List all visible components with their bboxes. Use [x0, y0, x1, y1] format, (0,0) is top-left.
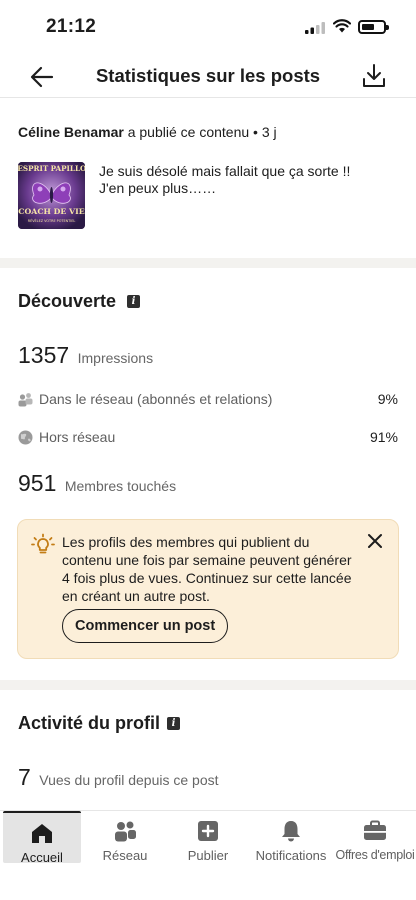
thumbnail-top-text: L'ESPRIT PAPILLON	[18, 164, 85, 173]
nav-label-network: Réseau	[102, 848, 148, 863]
nav-label-jobs: Offres d'emploi	[335, 848, 415, 862]
post-author-name[interactable]: Céline Benamar	[18, 124, 124, 140]
bottom-nav: Accueil Réseau Publier Notifications Off…	[0, 810, 416, 900]
profile-views-label: Vues du profil depuis ce post	[39, 772, 219, 788]
status-time: 21:12	[46, 16, 97, 37]
post-text-line-1: Je suis désolé mais fallait que ça sorte…	[99, 163, 351, 179]
bell-icon	[282, 821, 300, 842]
post-thumbnail-image: L'ESPRIT PAPILLON COACH DE VIE RÉVÉLEZ V…	[18, 162, 85, 229]
wifi-icon	[333, 19, 351, 33]
impressions-metric: 1357 Impressions	[18, 342, 153, 369]
profile-views-metric: 7 Vues du profil depuis ce post	[18, 764, 219, 791]
members-value: 951	[18, 470, 57, 496]
network-value: 9%	[377, 391, 398, 407]
cellular-signal-icon	[305, 22, 325, 34]
post-author-line: Céline Benamar a publié ce contenu • 3 j	[18, 124, 277, 140]
nav-item-notifications[interactable]: Notifications	[250, 811, 332, 863]
home-icon	[32, 824, 52, 843]
post-thumbnail[interactable]: L'ESPRIT PAPILLON COACH DE VIE RÉVÉLEZ V…	[18, 162, 85, 229]
profile-activity-title: Activité du profil	[18, 713, 161, 733]
nav-label-notifications: Notifications	[255, 848, 327, 863]
section-divider	[0, 258, 416, 268]
download-icon[interactable]	[361, 62, 387, 90]
lightbulb-icon	[31, 533, 55, 554]
nav-label-home: Accueil	[21, 850, 63, 865]
out-network-label: Hors réseau	[39, 429, 116, 445]
info-icon[interactable]: i	[127, 295, 140, 308]
post-text[interactable]: Je suis désolé mais fallait que ça sorte…	[99, 163, 389, 197]
page-title: Statistiques sur les posts	[95, 65, 321, 86]
thumbnail-bottom-text: COACH DE VIE	[18, 207, 84, 216]
profile-views-value: 7	[18, 764, 31, 790]
impressions-label: Impressions	[77, 350, 154, 366]
out-network-row: Hors réseau 91%	[18, 427, 398, 449]
post-summary: Céline Benamar a publié ce contenu • 3 j…	[0, 98, 416, 258]
nav-item-post[interactable]: Publier	[169, 811, 247, 863]
thumbnail-small-text: RÉVÉLEZ VOTRE POTENTIEL	[28, 218, 76, 223]
people-icon	[115, 821, 136, 842]
status-bar: 21:12	[0, 0, 416, 56]
people-icon	[18, 393, 33, 407]
nav-item-network[interactable]: Réseau	[86, 811, 164, 863]
discovery-title: Découverte	[18, 291, 117, 311]
start-post-button[interactable]: Commencer un post	[62, 609, 229, 643]
members-metric: 951 Membres touchés	[18, 470, 176, 497]
app-header: Statistiques sur les posts	[0, 56, 416, 98]
members-label: Membres touchés	[64, 478, 177, 494]
nav-label-post: Publier	[187, 848, 229, 863]
nav-item-jobs[interactable]: Offres d'emploi	[334, 811, 416, 863]
tip-card: Les profils des membres qui publient du …	[17, 519, 399, 659]
tip-text: Les profils des membres qui publient du …	[62, 534, 352, 604]
info-icon[interactable]: i	[167, 717, 180, 730]
briefcase-icon	[364, 820, 386, 840]
globe-icon	[18, 430, 33, 445]
post-text-line-2: J'en peux plus……	[99, 180, 217, 196]
plus-square-icon	[198, 821, 218, 841]
battery-icon	[358, 20, 389, 34]
post-separator: •	[253, 124, 258, 140]
out-network-value: 91%	[369, 429, 398, 445]
nav-item-home[interactable]: Accueil	[3, 811, 81, 865]
post-age: 3 j	[261, 124, 277, 140]
impressions-value: 1357	[18, 342, 70, 368]
network-label: Dans le réseau (abonnés et relations)	[39, 391, 273, 407]
post-action-text: a publié ce contenu	[127, 124, 250, 140]
close-icon[interactable]	[366, 532, 384, 550]
network-row: Dans le réseau (abonnés et relations) 9%	[18, 389, 398, 411]
section-divider	[0, 680, 416, 690]
